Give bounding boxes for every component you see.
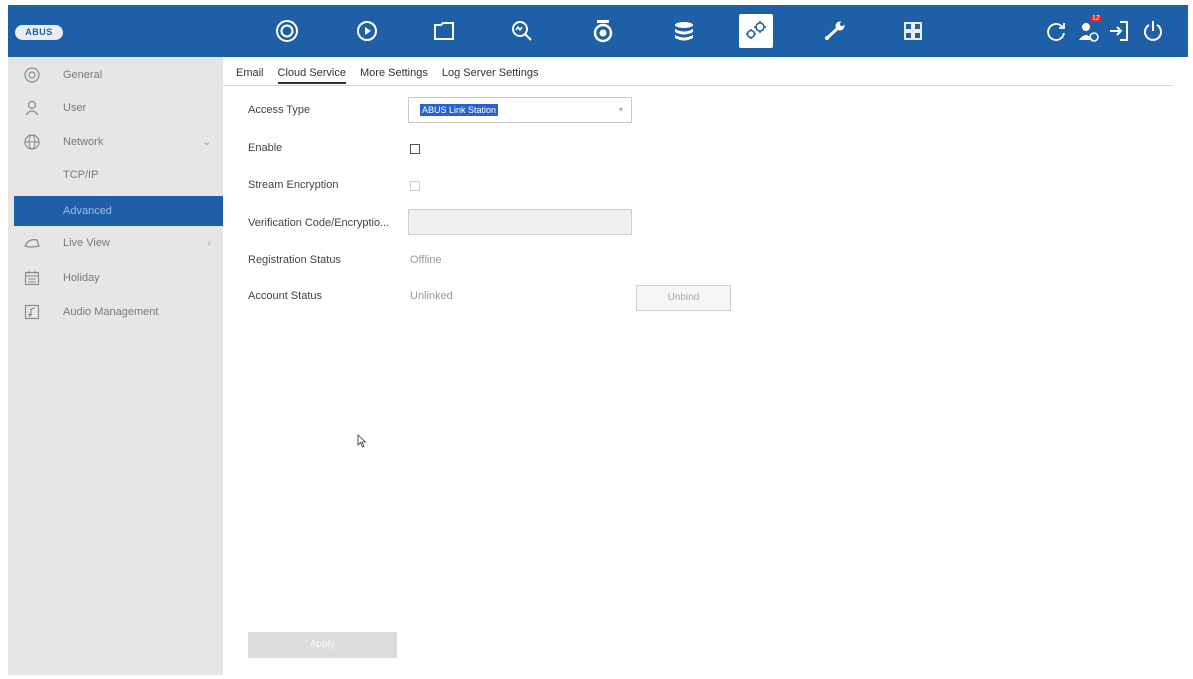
- mouse-cursor-icon: [357, 434, 367, 448]
- alarm-user-icon[interactable]: 12: [1071, 14, 1105, 48]
- chevron-down-icon: ⌄: [202, 136, 211, 148]
- sidebar-item-label: Live View: [63, 237, 110, 249]
- access-type-select[interactable]: ABUS Link Station ▾: [408, 97, 632, 123]
- configuration-icon[interactable]: [739, 14, 773, 48]
- verification-code-label: Verification Code/Encryptio...: [248, 217, 390, 229]
- unbind-button[interactable]: Unbind: [636, 285, 731, 311]
- enable-label: Enable: [248, 142, 283, 154]
- alarm-badge: 12: [1090, 15, 1102, 22]
- network-icon: [22, 132, 42, 152]
- playback-icon[interactable]: [350, 14, 384, 48]
- sidebar-item-user[interactable]: User: [8, 93, 223, 123]
- main-content: Email Cloud Service More Settings Log Se…: [223, 57, 1188, 675]
- audio-icon: [22, 302, 42, 322]
- live-view-icon[interactable]: [270, 14, 304, 48]
- apply-button[interactable]: Apply: [248, 632, 397, 658]
- sidebar-item-advanced[interactable]: Advanced: [14, 196, 223, 226]
- sidebar: General User Network ⌄ TCP/IP Advanced L…: [8, 57, 223, 675]
- sidebar-item-tcpip[interactable]: TCP/IP: [8, 160, 223, 190]
- maintenance-icon[interactable]: [818, 14, 852, 48]
- enable-checkbox[interactable]: [410, 144, 420, 154]
- camera-icon[interactable]: [586, 14, 620, 48]
- general-icon: [22, 65, 42, 85]
- tab-email[interactable]: Email: [236, 67, 264, 84]
- tab-log-server-settings[interactable]: Log Server Settings: [442, 67, 539, 84]
- power-icon[interactable]: [1136, 14, 1170, 48]
- storage-icon[interactable]: [667, 14, 701, 48]
- tab-more-settings[interactable]: More Settings: [360, 67, 428, 84]
- top-navigation-bar: ABUS 12: [8, 5, 1188, 57]
- calendar-icon: [22, 268, 42, 288]
- logout-icon[interactable]: [1102, 14, 1136, 48]
- sidebar-item-label: Advanced: [63, 205, 112, 217]
- sidebar-item-label: Network: [63, 136, 104, 148]
- tab-cloud-service[interactable]: Cloud Service: [277, 67, 346, 84]
- registration-status-label: Registration Status: [248, 254, 341, 266]
- sidebar-item-holiday[interactable]: Holiday: [8, 263, 223, 293]
- abus-logo: ABUS: [15, 25, 63, 40]
- sidebar-item-label: TCP/IP: [63, 169, 99, 181]
- stream-encryption-checkbox[interactable]: [410, 181, 420, 191]
- sidebar-item-label: User: [63, 102, 87, 114]
- refresh-icon[interactable]: [1039, 14, 1073, 48]
- chevron-right-icon: ›: [207, 237, 211, 249]
- sidebar-item-audio-management[interactable]: Audio Management: [8, 297, 223, 327]
- chevron-down-icon: ▾: [618, 105, 623, 114]
- tab-bar: Email Cloud Service More Settings Log Se…: [236, 67, 553, 84]
- account-status-value: Unlinked: [410, 290, 453, 302]
- layout-icon[interactable]: [896, 14, 930, 48]
- stream-encryption-label: Stream Encryption: [248, 179, 339, 191]
- access-type-label: Access Type: [248, 104, 311, 116]
- file-management-icon[interactable]: [427, 14, 461, 48]
- sidebar-item-label: General: [63, 69, 103, 81]
- sidebar-item-general[interactable]: General: [8, 60, 223, 90]
- smart-analysis-icon[interactable]: [505, 14, 539, 48]
- sidebar-item-label: Holiday: [63, 272, 100, 284]
- user-icon: [22, 98, 42, 118]
- sidebar-item-label: Audio Management: [63, 306, 159, 318]
- registration-status-value: Offline: [410, 254, 442, 266]
- account-status-label: Account Status: [248, 290, 322, 302]
- access-type-value: ABUS Link Station: [420, 104, 499, 116]
- sidebar-item-live-view[interactable]: Live View ›: [8, 228, 223, 258]
- tab-divider: [223, 85, 1173, 86]
- live-view-icon: [22, 233, 42, 253]
- sidebar-item-network[interactable]: Network ⌄: [8, 127, 223, 157]
- verification-code-field[interactable]: [408, 209, 632, 235]
